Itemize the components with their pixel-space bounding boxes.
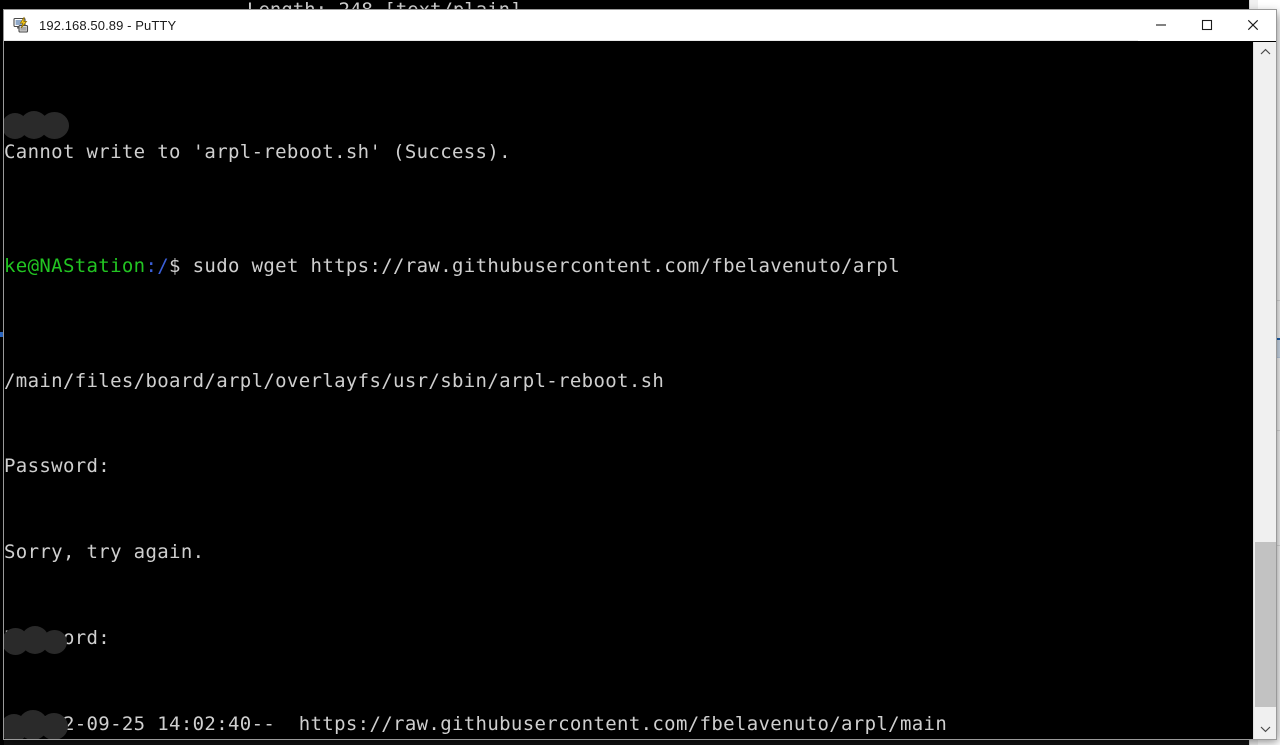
line-text: /main/files/board/arpl/overlayfs/usr/sbi…	[4, 369, 665, 392]
terminal-text: Cannot write to 'arpl-reboot.sh' (Succes…	[4, 52, 947, 739]
terminal-line: Cannot write to 'arpl-reboot.sh' (Succes…	[4, 138, 947, 167]
prompt-user-host: ke@NAStation	[4, 255, 146, 278]
line-text: Sorry, try again.	[4, 541, 205, 564]
scrollbar-thumb[interactable]	[1255, 542, 1276, 707]
terminal-line: Password:	[4, 624, 947, 653]
scrollbar-down-button[interactable]	[1254, 719, 1276, 739]
window-title: 192.168.50.89 - PuTTY	[39, 17, 177, 33]
line-text: Cannot write to 'arpl-reboot.sh' (Succes…	[4, 140, 511, 163]
prompt-sigil: $	[169, 255, 181, 278]
minimize-button[interactable]	[1138, 10, 1184, 41]
window-controls	[1138, 10, 1276, 41]
terminal-line: Sorry, try again.	[4, 538, 947, 567]
chevron-up-icon	[1260, 48, 1270, 55]
redaction-blob	[40, 713, 68, 739]
chevron-down-icon	[1260, 726, 1270, 733]
terminal-line: --2022-09-25 14:02:40-- https://raw.gith…	[4, 710, 947, 739]
line-text: Password:	[4, 455, 111, 478]
scrollbar-up-button[interactable]	[1254, 42, 1276, 62]
redaction-blob	[42, 630, 67, 654]
terminal-line-prompt: ke@NAStation:/$ sudo wget https://raw.gi…	[4, 252, 947, 281]
title-bar[interactable]: 192.168.50.89 - PuTTY	[4, 10, 1276, 41]
command-text: sudo wget https://raw.githubusercontent.…	[192, 255, 900, 278]
prompt-path: :/	[145, 255, 170, 278]
terminal-scrollbar[interactable]	[1253, 42, 1276, 739]
maximize-button[interactable]	[1184, 10, 1230, 41]
putty-window: 192.168.50.89 - PuTTY Cannot write to 'a…	[4, 10, 1276, 739]
terminal-line: Password:	[4, 452, 947, 481]
terminal-screen[interactable]: Cannot write to 'arpl-reboot.sh' (Succes…	[4, 42, 1253, 739]
close-button[interactable]	[1230, 10, 1276, 41]
putty-icon	[13, 16, 31, 34]
redaction-blob	[40, 112, 69, 139]
line-text: --2022-09-25 14:02:40-- https://raw.gith…	[4, 712, 948, 735]
terminal-line: /main/files/board/arpl/overlayfs/usr/sbi…	[4, 367, 947, 396]
